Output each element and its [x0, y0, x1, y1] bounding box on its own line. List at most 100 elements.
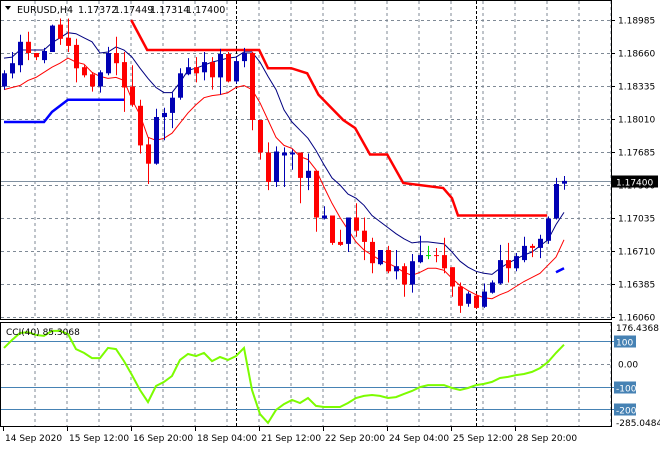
candle[interactable]	[202, 52, 207, 81]
candle[interactable]	[426, 245, 431, 260]
candle-body[interactable]	[450, 267, 455, 287]
candle[interactable]	[98, 70, 103, 93]
candle-body[interactable]	[106, 53, 111, 74]
candle[interactable]	[138, 99, 143, 154]
candle[interactable]	[394, 250, 399, 280]
candle-body[interactable]	[466, 293, 471, 304]
candle-body[interactable]	[98, 72, 103, 87]
candle-body[interactable]	[186, 67, 191, 75]
candle[interactable]	[410, 254, 415, 293]
candle-body[interactable]	[138, 105, 143, 146]
candle[interactable]	[274, 146, 279, 187]
candle[interactable]	[402, 263, 407, 297]
dropdown-triangle-icon[interactable]	[5, 6, 11, 10]
candle-body[interactable]	[170, 97, 175, 113]
candle-body[interactable]	[226, 54, 231, 82]
candle[interactable]	[10, 52, 15, 79]
candle-body[interactable]	[506, 260, 511, 269]
candle[interactable]	[194, 57, 199, 83]
candle[interactable]	[442, 237, 447, 274]
candle[interactable]	[466, 291, 471, 307]
candle-body[interactable]	[530, 245, 535, 248]
candle[interactable]	[26, 31, 31, 61]
candle-body[interactable]	[474, 295, 479, 308]
candle[interactable]	[346, 217, 351, 253]
candles[interactable]	[2, 18, 567, 313]
candle-body[interactable]	[338, 241, 343, 245]
candle-body[interactable]	[26, 41, 31, 53]
candle-body[interactable]	[282, 152, 287, 156]
candle-body[interactable]	[154, 117, 159, 164]
candle-body[interactable]	[130, 86, 135, 105]
candle-body[interactable]	[354, 217, 359, 231]
candle-body[interactable]	[394, 266, 399, 272]
candle-body[interactable]	[74, 44, 79, 69]
trading-chart[interactable]: 1.18985 1.18660 1.18335 1.18010 1.17685 1.173…	[0, 0, 660, 450]
candle[interactable]	[74, 38, 79, 83]
candle[interactable]	[122, 52, 127, 112]
candle-body[interactable]	[122, 62, 127, 88]
candle-body[interactable]	[514, 256, 519, 269]
candle-body[interactable]	[522, 245, 527, 261]
candle[interactable]	[378, 250, 383, 266]
candle[interactable]	[218, 48, 223, 95]
candle[interactable]	[474, 293, 479, 309]
candle[interactable]	[250, 52, 255, 131]
candle[interactable]	[338, 229, 343, 246]
candle[interactable]	[314, 170, 319, 232]
candle-body[interactable]	[266, 152, 271, 182]
candle-body[interactable]	[10, 63, 15, 74]
candle[interactable]	[114, 36, 119, 76]
candle-body[interactable]	[218, 54, 223, 78]
candle[interactable]	[554, 177, 559, 220]
candle-body[interactable]	[250, 53, 255, 120]
candle-body[interactable]	[42, 51, 47, 61]
candle[interactable]	[298, 152, 303, 204]
candle-body[interactable]	[370, 241, 375, 264]
candle[interactable]	[434, 248, 439, 263]
candle-body[interactable]	[210, 62, 215, 78]
candle[interactable]	[90, 72, 95, 92]
candle[interactable]	[450, 267, 455, 297]
candle[interactable]	[186, 58, 191, 76]
candle[interactable]	[154, 108, 159, 165]
candle-body[interactable]	[314, 170, 319, 218]
candle-body[interactable]	[298, 152, 303, 178]
candle-body[interactable]	[2, 73, 7, 87]
candle[interactable]	[490, 280, 495, 294]
candle-body[interactable]	[562, 180, 567, 184]
candle-body[interactable]	[538, 238, 543, 248]
candle-body[interactable]	[146, 144, 151, 164]
candle[interactable]	[498, 244, 503, 285]
candle-body[interactable]	[234, 61, 239, 82]
candle-body[interactable]	[202, 62, 207, 73]
candle[interactable]	[226, 52, 231, 83]
candle-body[interactable]	[426, 255, 431, 257]
candle[interactable]	[106, 46, 111, 76]
candle[interactable]	[34, 53, 39, 61]
candle-body[interactable]	[330, 215, 335, 243]
candle-body[interactable]	[50, 25, 55, 52]
candle-body[interactable]	[162, 112, 167, 117]
candle-body[interactable]	[194, 67, 199, 74]
candle[interactable]	[546, 216, 551, 244]
candle[interactable]	[58, 18, 63, 45]
candle-body[interactable]	[18, 41, 23, 66]
candle[interactable]	[50, 24, 55, 52]
candle-body[interactable]	[66, 37, 71, 46]
candle-body[interactable]	[490, 282, 495, 293]
candle[interactable]	[266, 142, 271, 191]
candle[interactable]	[538, 234, 543, 259]
candle[interactable]	[370, 237, 375, 274]
candle-body[interactable]	[306, 170, 311, 178]
candle-body[interactable]	[378, 250, 383, 265]
candle[interactable]	[522, 236, 527, 263]
candle-body[interactable]	[242, 53, 247, 62]
candle-body[interactable]	[90, 74, 95, 87]
candle-body[interactable]	[554, 184, 559, 219]
candle-body[interactable]	[482, 291, 487, 307]
candle[interactable]	[178, 68, 183, 100]
candle-body[interactable]	[386, 250, 391, 272]
candle[interactable]	[458, 282, 463, 313]
candle[interactable]	[330, 215, 335, 245]
